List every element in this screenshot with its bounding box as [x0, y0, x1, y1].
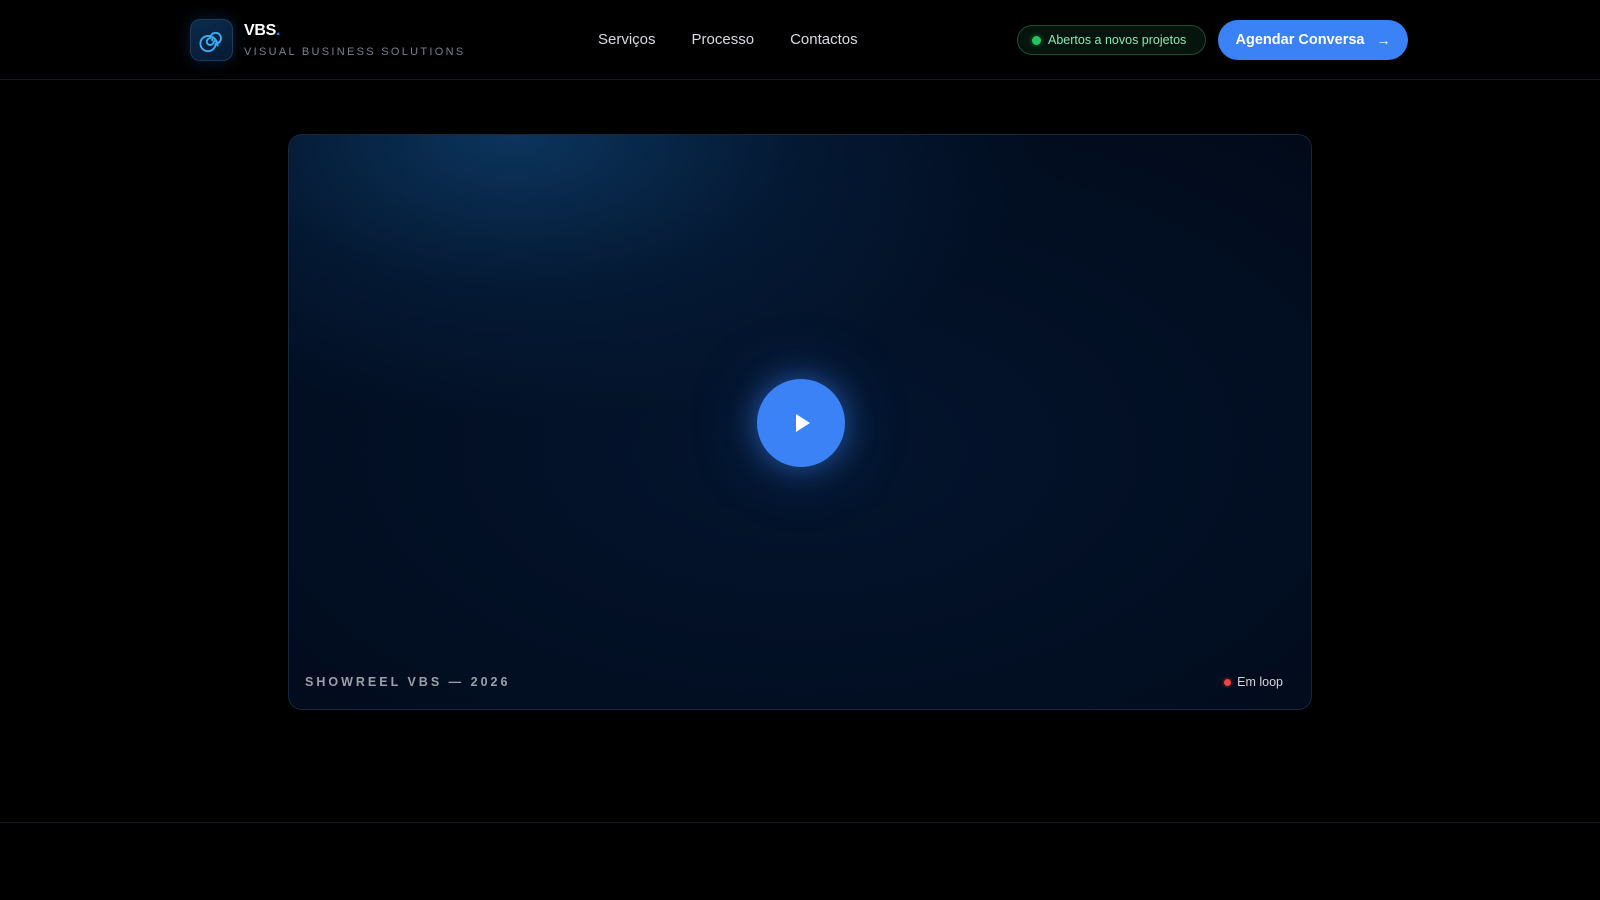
loop-indicator: Em loop: [1224, 675, 1283, 689]
arrow-right-icon: →: [1376, 32, 1391, 48]
recording-dot-icon: [1224, 678, 1232, 686]
logo-title: VBS.: [244, 22, 281, 39]
nav-link-contactos[interactable]: Contactos: [790, 29, 858, 51]
loop-label: Em loop: [1237, 675, 1283, 689]
section-divider: [0, 822, 1600, 823]
main-nav: Serviços Processo Contactos: [598, 29, 858, 51]
status-dot-icon: [1032, 35, 1041, 45]
site-header: VBS. VISUAL BUSINESS SOLUTIONS Serviços …: [0, 0, 1600, 80]
availability-badge: Abertos a novos projetos: [1017, 25, 1206, 55]
logo[interactable]: VBS. VISUAL BUSINESS SOLUTIONS: [190, 19, 466, 61]
showreel-video[interactable]: SHOWREEL VBS — 2026 Em loop: [288, 134, 1312, 710]
nav-link-processo[interactable]: Processo: [692, 29, 755, 51]
spiral-icon: [190, 19, 233, 61]
schedule-call-label: Agendar Conversa: [1235, 32, 1365, 48]
video-caption: SHOWREEL VBS — 2026: [305, 675, 511, 689]
availability-label: Abertos a novos projetos: [1048, 33, 1187, 47]
play-icon: [796, 414, 810, 432]
logo-subtitle: VISUAL BUSINESS SOLUTIONS: [244, 46, 466, 58]
logo-title-dot: .: [276, 22, 281, 39]
nav-link-servicos[interactable]: Serviços: [598, 29, 656, 51]
play-button[interactable]: [757, 379, 845, 467]
schedule-call-button[interactable]: Agendar Conversa →: [1218, 20, 1408, 60]
